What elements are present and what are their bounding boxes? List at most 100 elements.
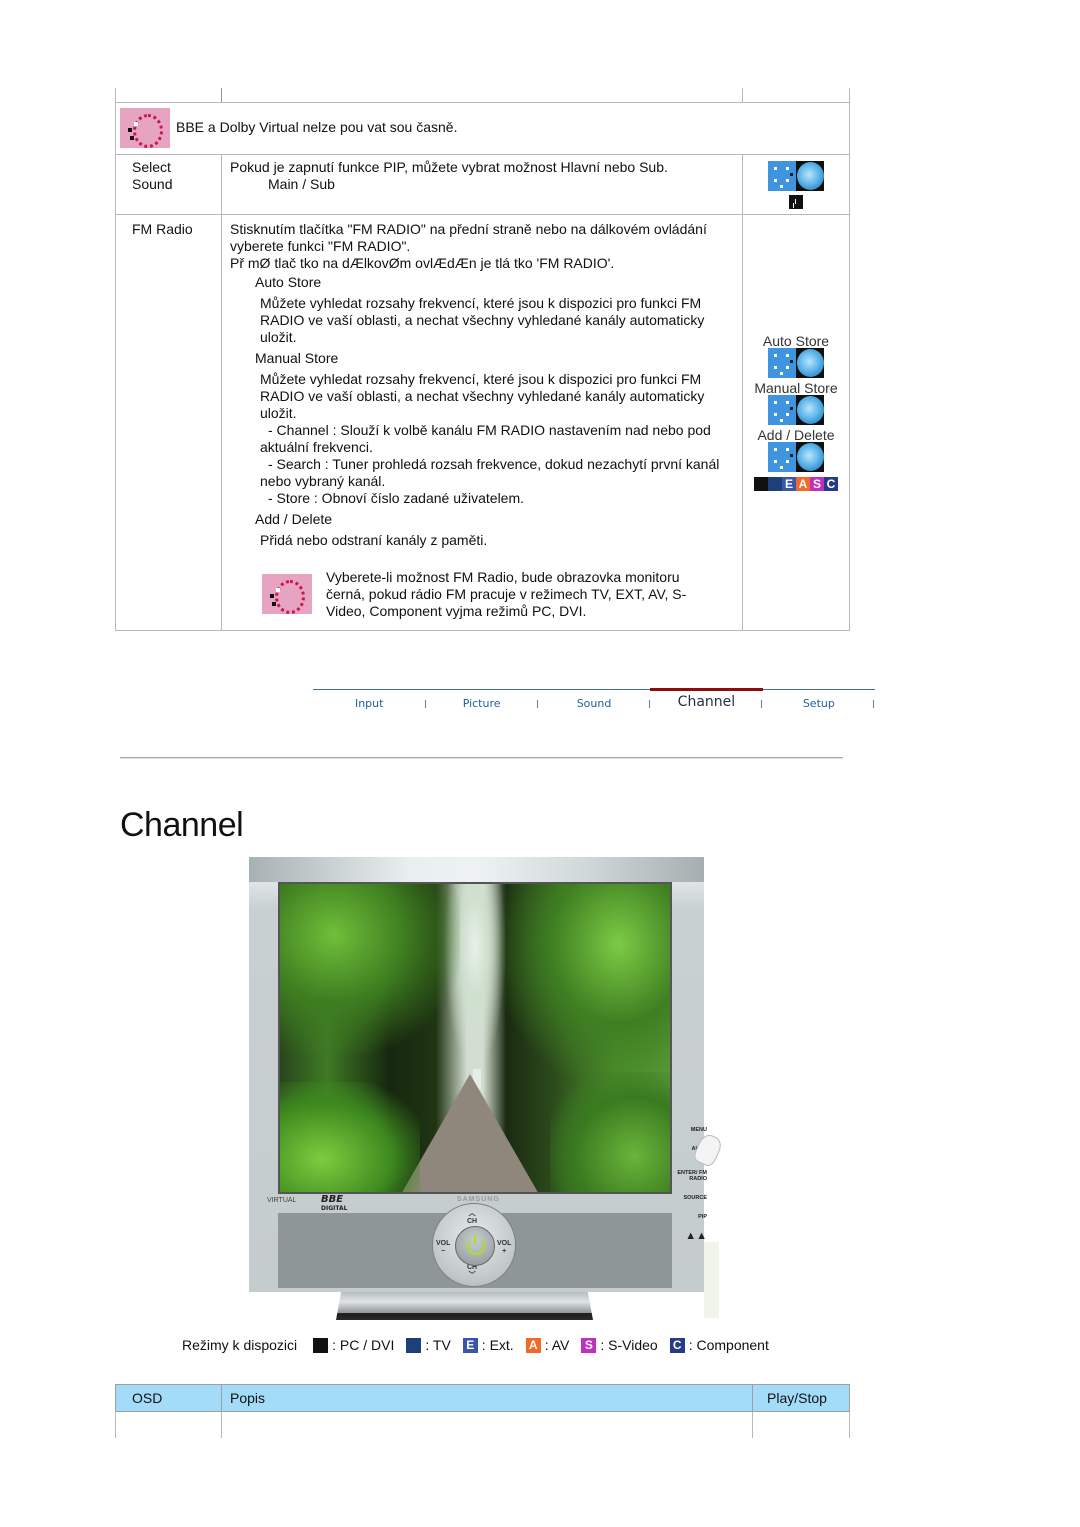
table-row-note: BBE a Dolby Virtual nelze pou vat sou ča… — [115, 101, 850, 155]
grass-right — [550, 1072, 670, 1192]
tab-picture[interactable]: Picture — [425, 690, 537, 715]
table-row — [115, 1411, 850, 1438]
osd-label: Select Sound — [132, 158, 173, 192]
add-delete-preview-icon — [768, 441, 824, 472]
svideo-mode-icon: S — [810, 476, 824, 491]
monitor-illustration: VIRTUAL BBE DIGITAL SAMSUNG ︿ CH CH ﹀ VOL − … — [249, 857, 725, 1292]
table-cell — [742, 88, 850, 103]
path — [400, 1074, 540, 1192]
osd-cell: FM Radio — [115, 213, 222, 631]
ch-up-button[interactable]: ︿ CH — [467, 1210, 477, 1226]
header-play-stop: Play/Stop — [752, 1384, 850, 1412]
tab-setup[interactable]: Setup — [763, 690, 875, 715]
table-cell — [115, 1411, 222, 1438]
mode-strip: E A S C — [751, 476, 841, 491]
auto-store-preview-icon — [768, 347, 824, 378]
manual-store-store: - Store : Obnoví číslo zadané uživatelem… — [268, 489, 525, 506]
fm-intro-2: Př mØ tlač tko na dÆlkovØm ovlÆdÆn je tl… — [230, 254, 615, 271]
page-title: Channel — [120, 806, 244, 844]
osd-preview-icon — [768, 160, 824, 191]
tab-input[interactable]: Input — [313, 690, 425, 715]
table-header-row: OSD Popis Play/Stop — [115, 1384, 850, 1412]
nav-divider — [537, 700, 538, 708]
legend-item-text: : S-Video — [600, 1337, 658, 1353]
nav-divider — [649, 700, 650, 708]
side-backdrop — [704, 1242, 719, 1318]
manual-store-title: Manual Store — [255, 349, 339, 366]
brand-logo: SAMSUNG — [457, 1196, 500, 1203]
nav-divider — [425, 700, 426, 708]
ext-mode-icon: E — [782, 476, 796, 491]
header-popis: Popis — [221, 1384, 753, 1412]
bbe-logo: BBE DIGITAL — [321, 1194, 348, 1213]
pc-mode-icon — [754, 476, 768, 491]
warning-icon — [262, 574, 312, 614]
legend-item-text: : Ext. — [481, 1337, 514, 1353]
channel-osd-table: OSD Popis Play/Stop — [115, 1384, 850, 1438]
pc-mode-icon — [789, 194, 803, 209]
table-row: Select Sound Pokud je zapnutí funkce PIP… — [115, 153, 850, 215]
ext-mode-icon: E — [462, 1337, 478, 1353]
fm-warning: Vyberete-li možnost FM Radio, bude obraz… — [230, 569, 734, 620]
manual-store-search: - Search : Tuner prohledá rozsah frekven… — [260, 455, 720, 489]
horizontal-divider — [120, 757, 843, 759]
auto-store-title: Auto Store — [255, 273, 322, 290]
ch-down-button[interactable]: CH ﹀ — [467, 1264, 477, 1280]
header-osd: OSD — [115, 1384, 222, 1412]
bbe-note-cell: BBE a Dolby Virtual nelze pou vat sou ča… — [115, 101, 850, 155]
table-row-stub — [115, 88, 850, 103]
vol-down-button[interactable]: VOL − — [436, 1240, 450, 1256]
manual-store-caption: Manual Store — [754, 379, 838, 396]
osd-cell: Select Sound — [115, 153, 222, 215]
grass-left — [280, 1082, 420, 1192]
description-text: Pokud je zapnutí funkce PIP, můžete vybr… — [230, 158, 668, 175]
monitor-stand — [336, 1292, 593, 1320]
source-button[interactable]: SOURCE — [677, 1195, 707, 1201]
modes-legend: Režimy k dispozici : PC / DVI : TV E : E… — [182, 1337, 769, 1353]
manual-store-text: Můžete vyhledat rozsahy frekvencí, které… — [260, 370, 705, 421]
bbe-note-text: BBE a Dolby Virtual nelze pou vat sou ča… — [176, 119, 458, 135]
add-delete-text: Přidá nebo odstraní kanály z paměti. — [260, 531, 488, 548]
preview-cell — [742, 153, 850, 215]
table-cell — [115, 88, 222, 103]
menu-button[interactable]: MENU — [677, 1127, 707, 1133]
legend-item-text: : PC / DVI — [332, 1337, 395, 1353]
component-mode-icon: C — [669, 1337, 685, 1353]
section-nav: Input Picture Sound Channel Setup — [313, 688, 875, 715]
add-delete-caption: Add / Delete — [757, 426, 835, 443]
legend-item-text: : TV — [425, 1337, 451, 1353]
power-button[interactable] — [455, 1226, 495, 1266]
tab-sound[interactable]: Sound — [538, 690, 650, 715]
preview-cell: Auto Store Manual Store Add / Delete E A… — [742, 213, 850, 631]
legend-item-text: : AV — [544, 1337, 570, 1353]
foliage-left — [280, 884, 460, 1054]
svideo-mode-icon: S — [581, 1337, 597, 1353]
nav-divider — [873, 700, 874, 708]
description-sub: Main / Sub — [268, 175, 335, 192]
control-dpad[interactable]: ︿ CH CH ﹀ VOL − VOL + — [432, 1203, 516, 1287]
pc-mode-icon — [313, 1337, 329, 1353]
manual-store-preview-icon — [768, 394, 824, 425]
warning-icon — [120, 107, 170, 148]
speaker-icon[interactable]: ▲▲ — [677, 1231, 707, 1242]
tab-channel[interactable]: Channel — [650, 688, 764, 715]
av-mode-icon: A — [796, 476, 810, 491]
tv-mode-icon — [768, 476, 782, 491]
legend-label: Režimy k dispozici — [182, 1337, 298, 1353]
foliage-right — [500, 884, 670, 1084]
virtual-logo: VIRTUAL — [267, 1197, 297, 1204]
vol-up-button[interactable]: VOL + — [497, 1240, 511, 1256]
component-mode-icon: C — [824, 476, 838, 491]
av-mode-icon: A — [525, 1337, 541, 1353]
bezel-highlight — [249, 857, 704, 882]
fm-radio-table: BBE a Dolby Virtual nelze pou vat sou ča… — [115, 88, 850, 631]
description-cell: Pokud je zapnutí funkce PIP, můžete vybr… — [221, 153, 743, 215]
osd-label: FM Radio — [132, 220, 193, 237]
table-cell — [221, 1411, 753, 1438]
add-delete-title: Add / Delete — [255, 510, 333, 527]
table-cell — [752, 1411, 850, 1438]
tv-mode-icon — [406, 1337, 422, 1353]
enter-fm-radio-button[interactable]: ENTER/ FM RADIO — [677, 1170, 707, 1182]
auto-store-text: Můžete vyhledat rozsahy frekvencí, které… — [260, 294, 705, 345]
pip-button[interactable]: PIP — [677, 1214, 707, 1220]
